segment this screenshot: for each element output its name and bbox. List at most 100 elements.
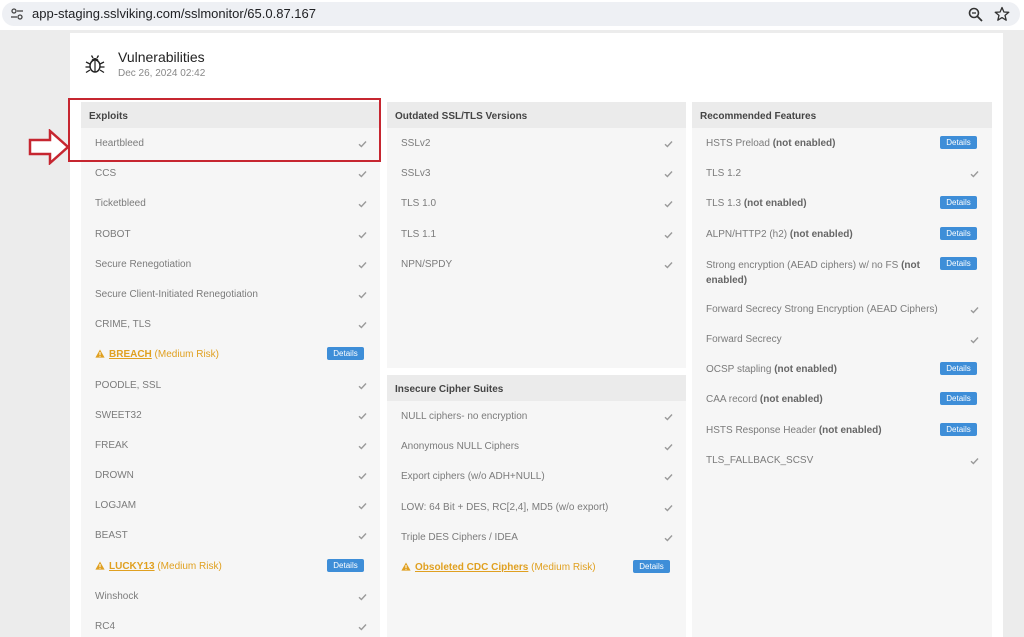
status-text-continued: enabled) — [706, 274, 748, 286]
item-text: TLS 1.0 — [401, 198, 437, 210]
item-text: TLS_FALLBACK_SCSV — [706, 454, 814, 466]
warning-icon — [95, 349, 105, 358]
details-button[interactable]: Details — [940, 362, 977, 376]
item-label: RC4 — [95, 621, 115, 632]
exploits-list: Heartbleed CCS Ticketbleed ROBOT Secure Rene… — [81, 128, 380, 637]
item-label: TLS 1.1 — [401, 229, 436, 240]
details-button[interactable]: Details — [633, 559, 670, 573]
check-icon — [358, 442, 367, 450]
check-icon — [664, 504, 673, 512]
check-icon — [358, 261, 367, 269]
recommended-list: HSTS Preload (not enabled) Details TLS 1.2… — [692, 128, 992, 475]
item-text: Forward Secrecy — [706, 333, 782, 345]
list-item: TLS_FALLBACK_SCSV — [692, 445, 992, 475]
insecure-list: NULL ciphers- no encryption Anonymous NUL… — [387, 401, 686, 582]
item-label: TLS_FALLBACK_SCSV — [706, 455, 813, 466]
item-text: Strong encryption (AEAD ciphers) w/ no F… — [706, 259, 902, 271]
item-label: SSLv2 — [401, 138, 430, 149]
details-button[interactable]: Details — [940, 422, 977, 436]
item-text: HSTS Preload — [706, 138, 773, 149]
outdated-versions-panel: Outdated SSL/TLS Versions SSLv2 SSLv3 TLS … — [387, 102, 686, 368]
vulnerability-link[interactable]: Obsoleted CDC Ciphers — [415, 562, 528, 573]
item-text: Secure Client-Initiated Renegotiation — [95, 288, 258, 300]
item-label: HSTS Response Header (not enabled) — [706, 425, 882, 436]
check-icon — [358, 170, 367, 178]
item-text: TLS 1.2 — [706, 168, 742, 180]
item-label: SSLv3 — [401, 168, 430, 179]
details-button[interactable]: Details — [940, 196, 977, 210]
item-label: Secure Client-Initiated Renegotiation — [95, 289, 258, 300]
item-label: POODLE, SSL — [95, 380, 161, 391]
list-item: CRIME, TLS — [81, 309, 380, 339]
check-icon — [664, 200, 673, 208]
item-text: SSLv3 — [401, 168, 431, 180]
item-label: BREACH (Medium Risk) — [95, 349, 219, 360]
list-item: HSTS Preload (not enabled) Details — [692, 128, 992, 158]
item-label: DROWN — [95, 470, 134, 481]
list-item: ROBOT — [81, 219, 380, 249]
check-icon — [664, 170, 673, 178]
outdated-panel-title: Outdated SSL/TLS Versions — [387, 102, 686, 128]
details-button[interactable]: Details — [940, 256, 977, 270]
status-text: (not enabled) — [774, 364, 837, 376]
details-button[interactable]: Details — [327, 558, 364, 572]
details-button[interactable]: Details — [940, 136, 977, 149]
list-item: RC4 — [81, 611, 380, 637]
item-label: Obsoleted CDC Ciphers (Medium Risk) — [401, 562, 596, 573]
list-item: Export ciphers (w/o ADH+NULL) — [387, 461, 686, 491]
item-text: DROWN — [95, 470, 134, 482]
list-item: NPN/SPDY — [387, 249, 686, 279]
item-label: NULL ciphers- no encryption — [401, 411, 527, 422]
address-bar[interactable]: app-staging.sslviking.com/sslmonitor/65.… — [2, 2, 1020, 26]
zoom-icon[interactable] — [968, 7, 983, 22]
item-text: SWEET32 — [95, 409, 142, 421]
vulnerability-link[interactable]: LUCKY13 — [109, 561, 155, 572]
page-title: Vulnerabilities — [118, 49, 205, 65]
list-item: ALPN/HTTP2 (h2) (not enabled) Details — [692, 219, 992, 249]
details-button[interactable]: Details — [940, 392, 977, 406]
check-icon — [358, 532, 367, 540]
item-text: CRIME, TLS — [95, 319, 151, 331]
risk-level: (Medium Risk) — [528, 561, 596, 573]
item-label: Triple DES Ciphers / IDEA — [401, 532, 518, 543]
check-icon — [358, 321, 367, 329]
item-label: LOGJAM — [95, 500, 136, 511]
vulnerability-link[interactable]: BREACH — [109, 349, 152, 360]
item-text: RC4 — [95, 621, 116, 632]
item-label: BEAST — [95, 530, 128, 541]
list-item: SWEET32 — [81, 400, 380, 430]
list-item: LOW: 64 Bit + DES, RC[2,4], MD5 (w/o exp… — [387, 492, 686, 522]
check-icon — [664, 413, 673, 421]
item-text: Export ciphers (w/o ADH+NULL) — [401, 471, 545, 483]
item-text: LOW: 64 Bit + DES, RC[2,4], MD5 (w/o exp… — [401, 501, 609, 513]
list-item: TLS 1.1 — [387, 219, 686, 249]
check-icon — [664, 140, 673, 148]
item-label: FREAK — [95, 440, 128, 451]
list-item: Ticketbleed — [81, 188, 380, 218]
list-item: SSLv3 — [387, 158, 686, 188]
item-text: Triple DES Ciphers / IDEA — [401, 531, 518, 543]
check-icon — [358, 231, 367, 239]
check-icon — [664, 473, 673, 481]
item-label: OCSP stapling (not enabled) — [706, 364, 837, 375]
check-icon — [358, 472, 367, 480]
item-label: Forward Secrecy Strong Encryption (AEAD … — [706, 304, 938, 315]
browser-toolbar: app-staging.sslviking.com/sslmonitor/65.… — [0, 0, 1024, 30]
list-item: TLS 1.3 (not enabled) Details — [692, 188, 992, 218]
check-icon — [664, 443, 673, 451]
bookmark-star-icon[interactable] — [994, 6, 1010, 22]
recommended-features-panel: Recommended Features HSTS Preload (not e… — [692, 102, 992, 637]
item-label: TLS 1.3 (not enabled) — [706, 198, 807, 209]
item-text: Secure Renegotiation — [95, 258, 192, 270]
details-button[interactable]: Details — [327, 347, 364, 361]
item-label: Anonymous NULL Ciphers — [401, 441, 519, 452]
check-icon — [358, 291, 367, 299]
list-item: TLS 1.2 — [692, 158, 992, 188]
details-button[interactable]: Details — [940, 226, 977, 240]
scan-date: Dec 26, 2024 02:42 — [118, 68, 206, 79]
item-text: ALPN/HTTP2 (h2) — [706, 228, 790, 240]
site-settings-icon[interactable] — [10, 7, 24, 21]
item-label: ROBOT — [95, 229, 131, 240]
url-text[interactable]: app-staging.sslviking.com/sslmonitor/65.… — [32, 6, 316, 21]
highlight-annotation-box — [68, 98, 381, 162]
